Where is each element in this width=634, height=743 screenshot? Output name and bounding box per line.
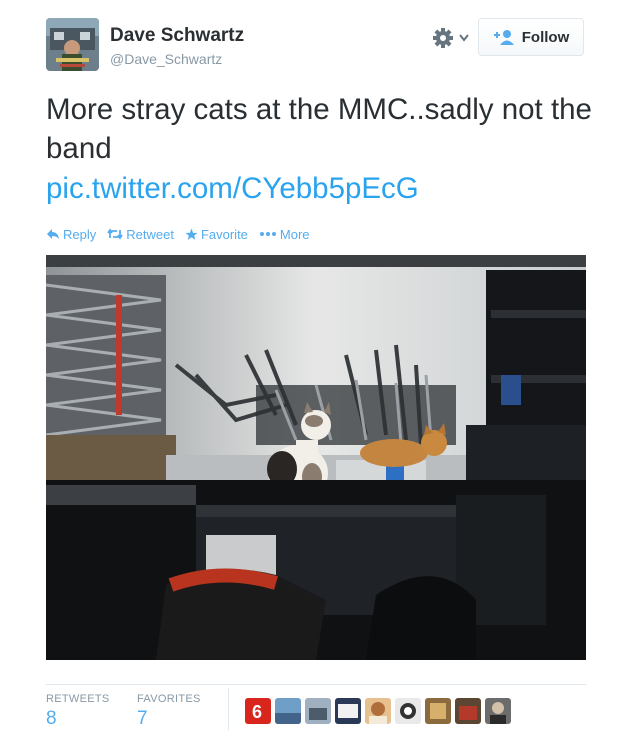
stats-vertical-divider	[228, 688, 229, 730]
favoriter-avatars: 6	[245, 698, 511, 724]
svg-text:6: 6	[252, 702, 262, 722]
more-label: More	[279, 226, 310, 242]
retweet-icon	[107, 228, 123, 240]
more-dots-icon	[259, 232, 276, 236]
star-icon	[185, 228, 198, 240]
favoriter-avatar[interactable]	[395, 698, 421, 724]
favorite-action[interactable]: Favorite	[185, 225, 248, 243]
favoriter-avatar[interactable]	[425, 698, 451, 724]
author-username[interactable]: @Dave_Schwartz	[110, 51, 222, 67]
favoriter-avatar[interactable]	[275, 698, 301, 724]
tweet-text: More stray cats at the MMC..sadly not th…	[46, 93, 592, 165]
favoriter-avatar[interactable]	[455, 698, 481, 724]
favoriter-avatar[interactable]	[305, 698, 331, 724]
reply-icon	[47, 229, 59, 239]
reply-label: Reply	[63, 226, 97, 242]
tweet-media-link[interactable]: pic.twitter.com/CYebb5pEcG	[46, 169, 419, 208]
more-action[interactable]: More	[259, 225, 310, 243]
favorites-label: FAVORITES	[137, 693, 201, 705]
favorites-count[interactable]: 7	[137, 708, 148, 730]
retweets-count[interactable]: 8	[46, 708, 57, 730]
cats-photo-image	[46, 255, 586, 660]
follow-label: Follow	[521, 28, 570, 46]
retweet-action[interactable]: Retweet	[107, 225, 174, 243]
tweet-photo[interactable]	[46, 255, 586, 660]
user-actions-dropdown[interactable]	[432, 26, 472, 50]
stats-top-divider	[46, 684, 586, 685]
favorite-label: Favorite	[200, 226, 248, 242]
retweets-label: RETWEETS	[46, 693, 110, 705]
author-avatar[interactable]	[46, 18, 99, 71]
follow-button[interactable]: Follow	[478, 18, 584, 56]
favoriter-avatar[interactable]	[335, 698, 361, 724]
follow-person-plus-icon	[493, 30, 514, 45]
retweet-label: Retweet	[126, 226, 174, 242]
tweet-card: Dave Schwartz @Dave_Schwartz Follow More…	[0, 0, 634, 743]
tweet-actions: Reply Retweet Favorite More	[46, 225, 321, 243]
favoriter-avatar[interactable]: 6	[245, 698, 271, 724]
gear-icon	[433, 28, 469, 48]
author-fullname[interactable]: Dave Schwartz	[110, 25, 244, 47]
reply-action[interactable]: Reply	[46, 225, 96, 243]
favoriter-avatar[interactable]	[485, 698, 511, 724]
chevron-down-icon	[459, 34, 469, 42]
favoriter-avatar[interactable]	[365, 698, 391, 724]
